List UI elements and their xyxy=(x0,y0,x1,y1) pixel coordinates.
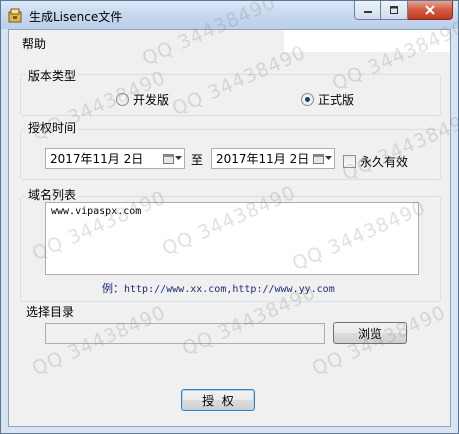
maximize-icon xyxy=(390,6,398,14)
permanent-checkbox-label: 永久有效 xyxy=(360,155,409,169)
window-controls xyxy=(354,1,453,20)
title-bar[interactable]: 生成Lisence文件 xyxy=(1,1,458,29)
domain-example-text: http://www.xx.com,http://www.yy.com xyxy=(124,284,335,295)
radio-dev-circle xyxy=(116,93,129,106)
date-range-to: 至 xyxy=(191,153,204,167)
window-title: 生成Lisence文件 xyxy=(29,10,123,24)
app-window: 生成Lisence文件 帮助 版本类型 开发版 正式版 授权时间 2017年11… xyxy=(0,0,459,434)
menu-bar-blank xyxy=(284,30,450,52)
version-group-title: 版本类型 xyxy=(26,67,79,84)
permanent-checkbox-box xyxy=(343,155,356,168)
menu-help[interactable]: 帮助 xyxy=(22,35,46,52)
domain-group-title: 域名列表 xyxy=(26,186,79,203)
domain-example-prefix: 例： xyxy=(102,282,124,295)
auth-time-group-title: 授权时间 xyxy=(26,119,79,136)
authorize-button[interactable]: 授 权 xyxy=(181,389,255,411)
radio-release-circle xyxy=(301,93,314,106)
maximize-button[interactable] xyxy=(381,1,408,20)
app-icon xyxy=(8,8,22,23)
chevron-down-icon xyxy=(174,156,182,160)
radio-release-version[interactable]: 正式版 xyxy=(301,91,354,108)
directory-label: 选择目录 xyxy=(26,305,75,319)
domain-list-textarea[interactable]: www.vipaspx.com xyxy=(45,202,419,275)
end-date-value: 2017年11月 2日 xyxy=(216,152,310,166)
close-button[interactable] xyxy=(408,1,453,20)
client-area: 帮助 版本类型 开发版 正式版 授权时间 2017年11月 2日 至 2017年… xyxy=(8,1,458,427)
radio-dev-label: 开发版 xyxy=(133,93,170,107)
start-date-value: 2017年11月 2日 xyxy=(50,152,144,166)
calendar-icon xyxy=(312,153,324,164)
start-date-dropdown[interactable] xyxy=(160,149,184,168)
radio-release-label: 正式版 xyxy=(318,93,355,107)
start-date-picker[interactable]: 2017年11月 2日 xyxy=(45,148,185,169)
minimize-icon xyxy=(363,11,372,13)
browse-button[interactable]: 浏览 xyxy=(333,322,407,344)
chevron-down-icon xyxy=(324,156,332,160)
radio-dev-version[interactable]: 开发版 xyxy=(116,91,169,108)
domain-example: 例：http://www.xx.com,http://www.yy.com xyxy=(102,280,335,296)
version-group xyxy=(20,74,441,116)
calendar-icon xyxy=(162,153,174,164)
end-date-picker[interactable]: 2017年11月 2日 xyxy=(211,148,335,169)
close-icon xyxy=(425,5,435,15)
directory-path-input[interactable] xyxy=(45,323,325,344)
permanent-checkbox[interactable]: 永久有效 xyxy=(343,153,408,170)
end-date-dropdown[interactable] xyxy=(310,149,334,168)
minimize-button[interactable] xyxy=(354,1,381,20)
menu-bar: 帮助 xyxy=(9,30,450,52)
